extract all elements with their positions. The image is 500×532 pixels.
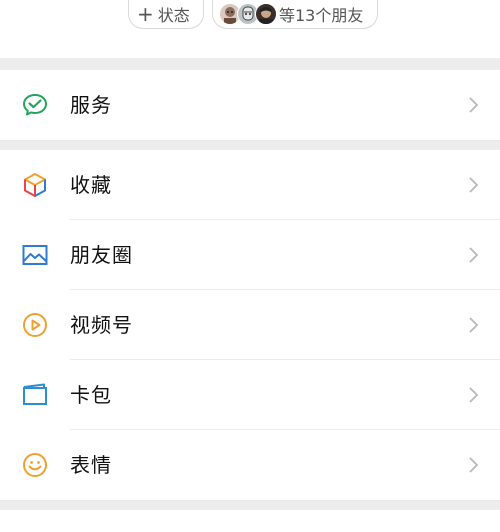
chevron-right-icon (468, 386, 480, 404)
play-circle-icon (22, 312, 48, 338)
menu-item-favorites[interactable]: 收藏 (0, 150, 500, 220)
menu-item-label: 卡包 (70, 383, 112, 407)
menu-item-label: 服务 (70, 93, 112, 117)
menu-item-stickers[interactable]: 表情 (0, 430, 500, 500)
chevron-right-icon (468, 96, 480, 114)
chevron-right-icon (468, 176, 480, 194)
menu-item-label: 视频号 (70, 313, 133, 337)
friend-avatars (219, 3, 277, 25)
menu-item-label: 朋友圈 (70, 243, 133, 267)
card-icon (22, 382, 48, 408)
status-label: 状态 (157, 6, 190, 25)
wechat-pay-icon (22, 92, 48, 118)
avatar (255, 3, 277, 25)
services-group: 服务 (0, 70, 500, 140)
status-pill[interactable]: + 状态 (128, 0, 204, 29)
smiley-icon (22, 452, 48, 478)
plus-icon: + (137, 2, 154, 26)
cube-icon (22, 172, 48, 198)
menu-item-services[interactable]: 服务 (0, 70, 500, 140)
menu-item-label: 收藏 (70, 173, 112, 197)
menu-item-cards[interactable]: 卡包 (0, 360, 500, 430)
picture-icon (22, 242, 48, 268)
chevron-right-icon (468, 246, 480, 264)
features-group: 收藏 朋友圈 视频号 卡包 表情 (0, 150, 500, 500)
friends-label: 等13个朋友 (279, 6, 364, 25)
menu-item-label: 表情 (70, 453, 112, 477)
chevron-right-icon (468, 456, 480, 474)
friends-pill[interactable]: 等13个朋友 (212, 0, 378, 29)
top-area: + 状态 等13个朋友 (0, 0, 500, 58)
menu-item-moments[interactable]: 朋友圈 (0, 220, 500, 290)
menu-item-channels[interactable]: 视频号 (0, 290, 500, 360)
next-group-strip (0, 510, 500, 532)
chevron-right-icon (468, 316, 480, 334)
